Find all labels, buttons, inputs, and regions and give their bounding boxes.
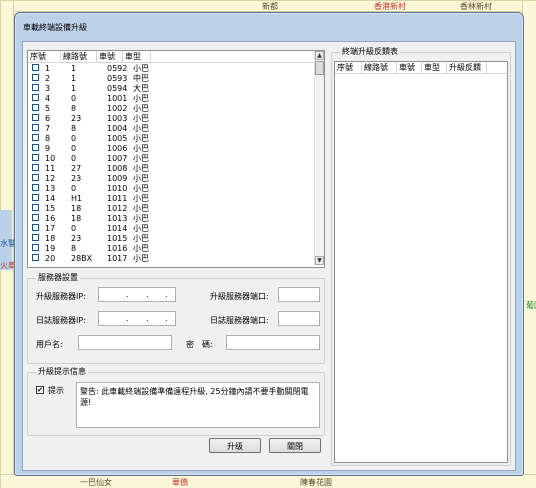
row-checkbox[interactable] [32,144,39,151]
row-checkbox[interactable] [32,124,39,131]
feedback-group: 終端升級反饋表 序號 線路號 車號 車型 升級反饋 [331,46,511,466]
row-checkbox[interactable] [32,164,39,171]
map-label: 華僑 [172,478,188,487]
map-label: 香林新村 [460,2,492,11]
row-checkbox[interactable] [32,204,39,211]
map-label: 香港新村 [374,2,406,11]
row-checkbox[interactable] [32,174,39,181]
column-header[interactable]: 車型 [123,51,151,62]
close-button[interactable]: 關閉 [269,438,321,453]
table-cell: 1017 [107,254,128,263]
scroll-thumb[interactable] [315,61,324,75]
row-checkbox[interactable] [32,94,39,101]
row-checkbox[interactable] [32,184,39,191]
column-header[interactable]: 車號 [397,62,422,73]
row-checkbox[interactable] [32,234,39,241]
row-checkbox[interactable] [32,224,39,231]
notice-message: 警告: 此車載終端設備準備遠程升級, 25分鐘內請不要手動關閉電源! [80,387,309,407]
table-cell: 28BX [71,254,93,263]
row-checkbox[interactable] [32,84,39,91]
map-label: 陳春花園 [300,478,332,487]
row-checkbox[interactable] [32,74,39,81]
title-bar: 車載終端設備升級 [15,13,523,39]
row-checkbox[interactable] [32,64,39,71]
scroll-down-icon[interactable]: ▼ [315,256,324,265]
vehicle-list[interactable]: 序號 線路號 車號 車型 1 1 0592 小巴 2 1 0593 中巴 3 1 0594 大巴 4 0 1… [27,50,325,268]
row-checkbox[interactable] [32,194,39,201]
upgrade-port-input[interactable] [278,287,320,302]
notice-checkbox[interactable]: ✔ [36,386,44,394]
row-checkbox[interactable] [32,114,39,121]
upgrade-notice-group: 升級提示信息 ✔ 提示 警告: 此車載終端設備準備遠程升級, 25分鐘內請不要手… [27,366,325,436]
row-checkbox[interactable] [32,214,39,221]
table-cell: 小巴 [133,254,149,263]
vehicle-list-scrollbar[interactable]: ▲ ▼ [314,51,324,265]
map-label: 葡園 [526,301,536,310]
notice-message-box[interactable]: 警告: 此車載終端設備準備遠程升級, 25分鐘內請不要手動關閉電源! [76,382,320,428]
row-checkbox[interactable] [32,244,39,251]
column-header[interactable]: 車號 [97,51,123,62]
row-checkbox[interactable] [32,134,39,141]
log-port-label: 日誌服務器端口: [210,316,269,325]
column-header[interactable]: 序號 [28,51,61,62]
column-header[interactable]: 升級反饋 [447,62,487,73]
feedback-list[interactable]: 序號 線路號 車號 車型 升級反饋 [334,61,508,463]
column-header[interactable]: 線路號 [362,62,397,73]
vehicle-list-header: 序號 線路號 車號 車型 [28,51,314,63]
notice-checkbox-label[interactable]: 提示 [48,385,64,396]
upgrade-ip-input[interactable]: ... [98,287,176,302]
row-checkbox[interactable] [32,254,39,261]
upgrade-ip-label: 升級服務器IP: [36,292,86,301]
log-ip-label: 日誌服務器IP: [36,316,86,325]
dialog-body: 序號 線路號 車號 車型 1 1 0592 小巴 2 1 0593 中巴 3 1 0594 大巴 4 0 1… [22,41,516,471]
log-ip-input[interactable]: ... [98,311,176,326]
row-checkbox[interactable] [32,154,39,161]
password-input[interactable] [226,335,320,350]
row-checkbox[interactable] [32,104,39,111]
password-label: 密 碼: [186,340,213,349]
dialog-title: 車載終端設備升級 [23,23,87,32]
upgrade-dialog: 車載終端設備升級 序號 線路號 車號 車型 1 1 0592 小巴 2 1 0593 中巴 3 1… [14,12,524,476]
upgrade-button[interactable]: 升级 [209,438,261,453]
username-input[interactable] [78,335,172,350]
map-label: 一巴仙女 [80,478,112,487]
feedback-list-header: 序號 線路號 車號 車型 升級反饋 [335,62,507,74]
map-label: 新都 [262,2,278,11]
table-cell: 20 [45,254,56,263]
username-label: 用戶名: [36,340,63,349]
table-row[interactable]: 20 28BX 1017 小巴 [28,253,159,264]
server-settings-group: 服務器設置 升級服務器IP: ... 升級服務器端口: 日誌服務器IP: ...… [27,272,325,364]
feedback-label: 終端升級反饋表 [340,46,400,57]
upgrade-port-label: 升級服務器端口: [210,292,269,301]
notice-label: 升級提示信息 [36,366,88,377]
column-header[interactable]: 車型 [422,62,447,73]
column-header[interactable]: 線路號 [61,51,97,62]
scroll-up-icon[interactable]: ▲ [315,51,324,60]
server-settings-label: 服務器設置 [36,272,80,283]
column-header[interactable]: 序號 [335,62,362,73]
log-port-input[interactable] [278,311,320,326]
